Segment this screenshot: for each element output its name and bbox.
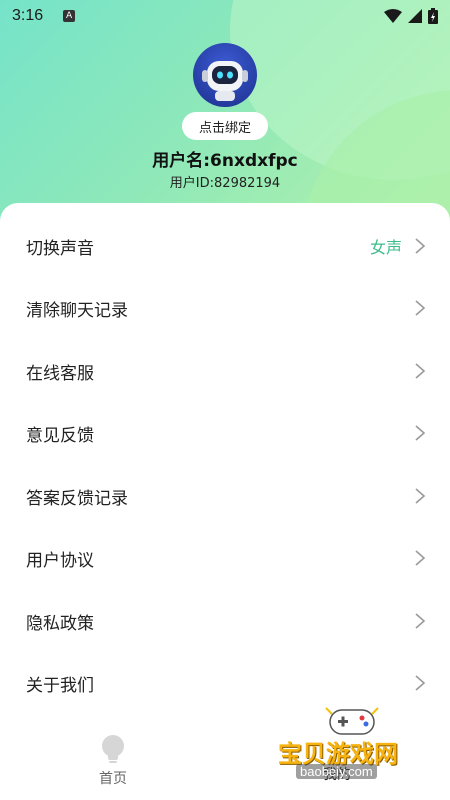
chevron-right-icon — [415, 550, 426, 566]
tab-home-label: 首页 — [99, 771, 127, 787]
chevron-right-icon — [415, 675, 426, 691]
chevron-right-icon — [415, 363, 426, 379]
tab-home[interactable]: 首页 — [88, 734, 138, 798]
menu-item-label: 意见反馈 — [26, 425, 94, 446]
avatar[interactable] — [193, 43, 257, 107]
status-bar: 3:16 A — [0, 0, 450, 32]
username: 用户名:6nxdxfpc — [152, 151, 298, 171]
user-id: 用户ID:82982194 — [169, 176, 281, 191]
chevron-right-icon — [415, 488, 426, 504]
menu-item-label: 清除聊天记录 — [26, 300, 128, 321]
bind-account-button[interactable]: 点击绑定 — [182, 112, 268, 140]
chevron-right-icon — [415, 300, 426, 316]
menu-item-label: 关于我们 — [26, 675, 94, 696]
robot-icon — [202, 61, 248, 101]
status-time: 3:16 — [12, 7, 44, 24]
menu-item-label: 答案反馈记录 — [26, 488, 128, 509]
lightbulb-icon — [102, 735, 124, 763]
wifi-icon — [384, 9, 402, 23]
status-icons — [384, 8, 438, 24]
chevron-right-icon — [415, 613, 426, 629]
menu-item-online-service[interactable]: 在线客服 — [0, 340, 450, 402]
menu-item-user-agreement[interactable]: 用户协议 — [0, 527, 450, 589]
menu-item-clear-chat[interactable]: 清除聊天记录 — [0, 277, 450, 339]
menu-item-label: 隐私政策 — [26, 613, 94, 634]
menu-item-feedback[interactable]: 意见反馈 — [0, 402, 450, 464]
app-notification-icon: A — [63, 10, 76, 22]
watermark-url: baobeiy.com — [296, 764, 377, 779]
chevron-right-icon — [415, 425, 426, 441]
settings-card: 切换声音 女声 清除聊天记录 在线客服 意见反馈 答案反馈记录 用户协议 隐私政… — [0, 203, 450, 743]
menu-item-label: 用户协议 — [26, 550, 94, 571]
menu-item-label: 在线客服 — [26, 363, 94, 384]
watermark: 宝贝游戏网 baobeiy.com — [270, 700, 450, 800]
cell-signal-icon — [408, 9, 422, 23]
menu-item-privacy-policy[interactable]: 隐私政策 — [0, 590, 450, 652]
menu-item-switch-voice[interactable]: 切换声音 女声 — [0, 215, 450, 277]
voice-value: 女声 — [369, 238, 402, 257]
menu-item-answer-feedback-records[interactable]: 答案反馈记录 — [0, 465, 450, 527]
menu-item-label: 切换声音 — [26, 238, 94, 259]
chevron-right-icon — [415, 238, 426, 254]
battery-charging-icon — [428, 8, 438, 24]
